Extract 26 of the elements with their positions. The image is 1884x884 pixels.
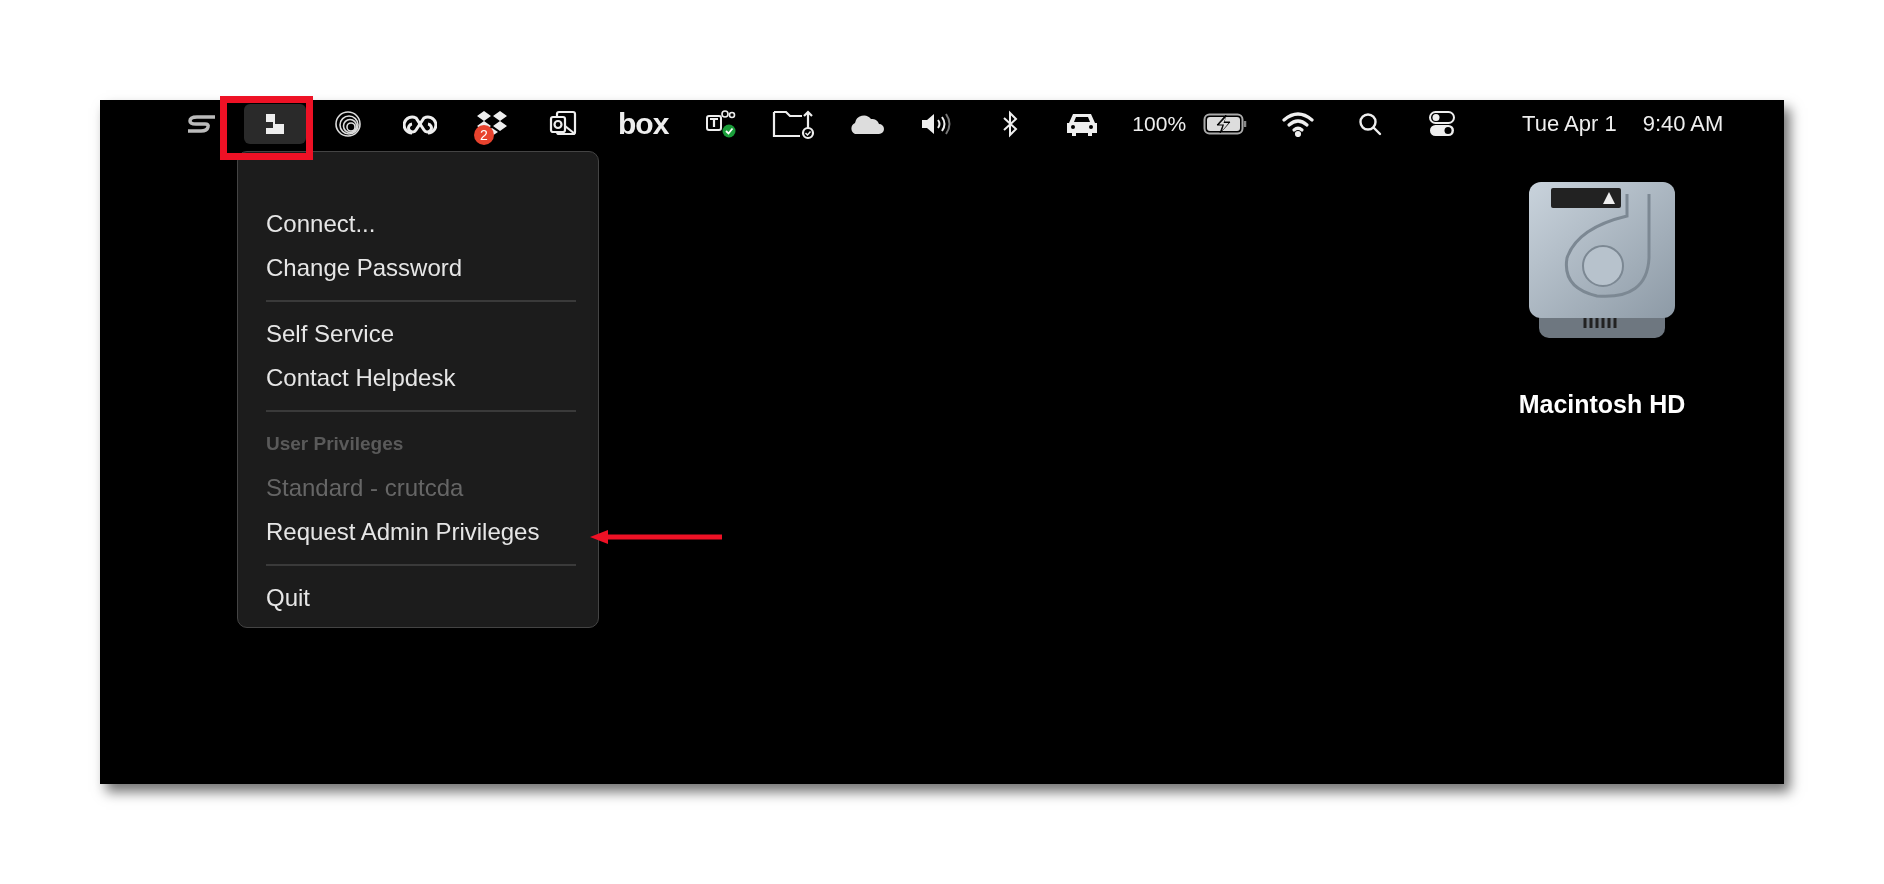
folder-upload-icon <box>772 108 817 140</box>
car-icon <box>1065 111 1100 137</box>
menu-item: Standard - crutcda <box>266 473 465 503</box>
creative-cloud-icon <box>403 112 437 136</box>
menu-item[interactable]: Self Service <box>266 312 576 356</box>
menu-bar-date: Tue Apr 1 <box>1522 111 1617 137</box>
menu-item[interactable]: Quit <box>266 576 576 620</box>
wifi-icon <box>1281 111 1316 137</box>
bluetooth-icon <box>1002 110 1019 138</box>
search-icon <box>1358 112 1383 136</box>
menu-item[interactable]: Change Password <box>266 246 576 290</box>
s-logo-icon <box>187 115 217 133</box>
selected-status-item[interactable] <box>244 104 306 144</box>
menu-item[interactable]: Connect... <box>266 202 576 246</box>
battery-percent[interactable]: 100% <box>1118 112 1191 136</box>
menu-item[interactable]: Contact Helpdesk <box>266 356 576 400</box>
status-item[interactable]: 2 <box>456 104 528 144</box>
control-center-icon <box>1428 110 1457 138</box>
menu-bar-time: 9:40 AM <box>1642 111 1724 137</box>
menu-item[interactable]: Request Admin Privileges <box>266 510 576 554</box>
logo-text[interactable]: box <box>600 107 687 141</box>
menu-section-header: User Privileges <box>266 432 405 456</box>
rings-icon <box>334 110 362 138</box>
app-icon <box>263 112 287 136</box>
drive-label: Macintosh HD <box>1518 390 1686 419</box>
notification-badge: 2 <box>474 125 494 145</box>
